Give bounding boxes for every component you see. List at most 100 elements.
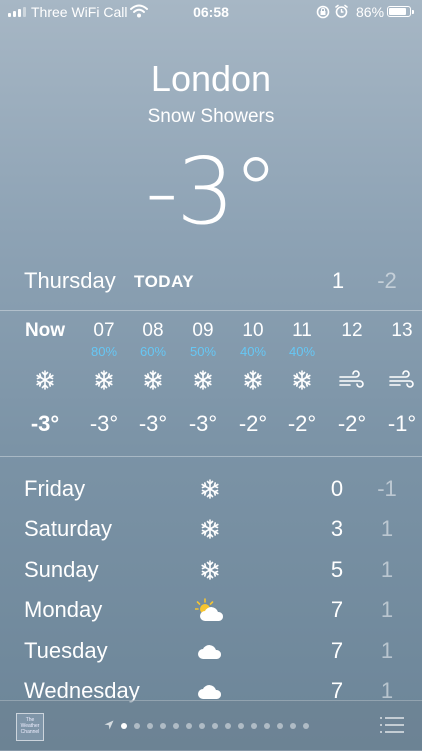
- hourly-item: 10 40% -2°: [228, 318, 278, 438]
- hour-label: 11: [292, 320, 312, 341]
- day-high: 5: [330, 556, 344, 582]
- hourly-item: 08 60% -3°: [128, 318, 178, 438]
- daily-row: Monday 7 1: [0, 591, 422, 631]
- hour-temperature: -3°: [138, 411, 168, 436]
- bottom-toolbar: The Weather Channel: [0, 700, 422, 751]
- hourly-item: 07 80% -3°: [79, 318, 129, 438]
- daily-row: Saturday 3 1: [0, 510, 422, 550]
- page-indicator[interactable]: [104, 717, 309, 735]
- snowflake-icon: [190, 476, 230, 502]
- weather-condition: Snow Showers: [147, 106, 275, 127]
- daily-row: Tuesday 7 1: [0, 632, 422, 672]
- daily-row: Sunday 5 1: [0, 551, 422, 591]
- snowflake-icon: [277, 366, 327, 394]
- day-name: Sunday: [24, 556, 99, 582]
- carrier-name: Three WiFi Call: [31, 4, 128, 20]
- status-bar: Three WiFi Call 06:58 86%: [0, 0, 422, 24]
- signal-icon: [8, 7, 26, 17]
- battery-icon: [387, 6, 414, 17]
- page-dot[interactable]: [238, 723, 244, 729]
- page-dot[interactable]: [212, 723, 218, 729]
- partly-sunny-icon: [190, 597, 230, 623]
- day-low: 1: [380, 516, 394, 542]
- precip-chance: [327, 344, 377, 360]
- hour-temperature: -2°: [337, 411, 367, 436]
- wind-icon: [327, 366, 377, 394]
- hour-label: 07: [93, 320, 115, 341]
- page-dot[interactable]: [277, 723, 283, 729]
- precip-chance: [377, 344, 422, 360]
- hourly-item: Now -3°: [20, 318, 70, 438]
- day-name: Friday: [24, 476, 86, 501]
- hour-temperature: -2°: [238, 411, 268, 436]
- rotation-lock-icon: [316, 5, 330, 22]
- hour-label: Now: [24, 320, 66, 341]
- day-name: Monday: [24, 597, 103, 623]
- current-temperature: -3°: [145, 138, 279, 245]
- snowflake-icon: [190, 557, 230, 583]
- hour-label: 10: [242, 320, 264, 341]
- hour-label: 13: [391, 320, 413, 341]
- wind-icon: [377, 366, 422, 394]
- snowflake-icon: [79, 366, 129, 394]
- snowflake-icon: [178, 366, 228, 394]
- snowflake-icon: [228, 366, 278, 394]
- day-low: 1: [380, 637, 394, 663]
- location-arrow-icon: [104, 717, 114, 735]
- page-dot[interactable]: [173, 723, 179, 729]
- list-icon[interactable]: [380, 717, 404, 738]
- page-dot[interactable]: [186, 723, 192, 729]
- city-name: London: [150, 58, 272, 99]
- page-dot[interactable]: [290, 723, 296, 729]
- snowflake-icon: [20, 366, 70, 394]
- snowflake-icon: [128, 366, 178, 394]
- hourly-item: 13 -1°: [377, 318, 422, 438]
- divider: [0, 310, 422, 311]
- day-high: 0: [330, 476, 344, 501]
- alarm-icon: [334, 4, 349, 22]
- page-dot[interactable]: [134, 723, 140, 729]
- page-dot[interactable]: [225, 723, 231, 729]
- hour-label: 09: [192, 320, 214, 341]
- day-low: 1: [380, 556, 394, 582]
- page-dot[interactable]: [121, 723, 127, 729]
- page-dot[interactable]: [160, 723, 166, 729]
- page-dot[interactable]: [251, 723, 257, 729]
- page-dot[interactable]: [199, 723, 205, 729]
- today-row: Thursday TODAY 1 -2: [0, 262, 422, 302]
- precip-chance: 60%: [139, 344, 167, 359]
- page-dot[interactable]: [264, 723, 270, 729]
- hour-label: 12: [341, 320, 363, 341]
- day-name: Saturday: [24, 516, 113, 542]
- today-low: -2: [377, 268, 397, 293]
- status-time: 06:58: [193, 4, 229, 20]
- wifi-icon: [130, 4, 148, 21]
- hourly-item: 11 40% -2°: [277, 318, 327, 438]
- battery-percentage: 86%: [356, 4, 385, 20]
- daily-row: Friday 0 -1: [0, 470, 422, 510]
- weather-channel-logo[interactable]: The Weather Channel: [16, 713, 44, 741]
- page-dot[interactable]: [303, 723, 309, 729]
- day-low: -1: [377, 476, 397, 501]
- day-name: Tuesday: [24, 637, 108, 663]
- precip-chance: 40%: [288, 344, 316, 359]
- hour-temperature: -1°: [387, 411, 417, 436]
- today-high: 1: [331, 268, 345, 293]
- day-high: 3: [330, 516, 344, 542]
- precip-chance: 40%: [239, 344, 267, 359]
- hour-label: 08: [142, 320, 164, 341]
- hour-temperature: -3°: [30, 411, 60, 436]
- cloud-icon: [190, 638, 230, 664]
- page-dot[interactable]: [147, 723, 153, 729]
- day-high: 7: [330, 597, 344, 623]
- snowflake-icon: [190, 516, 230, 542]
- precip-chance: [20, 344, 70, 360]
- today-day: Thursday: [24, 268, 116, 293]
- hourly-item: 09 50% -3°: [178, 318, 228, 438]
- precip-chance: 50%: [189, 344, 217, 359]
- hour-temperature: -3°: [188, 411, 218, 436]
- day-low: 1: [380, 597, 394, 623]
- precip-chance: 80%: [90, 344, 118, 359]
- divider: [0, 456, 422, 457]
- day-high: 7: [330, 637, 344, 663]
